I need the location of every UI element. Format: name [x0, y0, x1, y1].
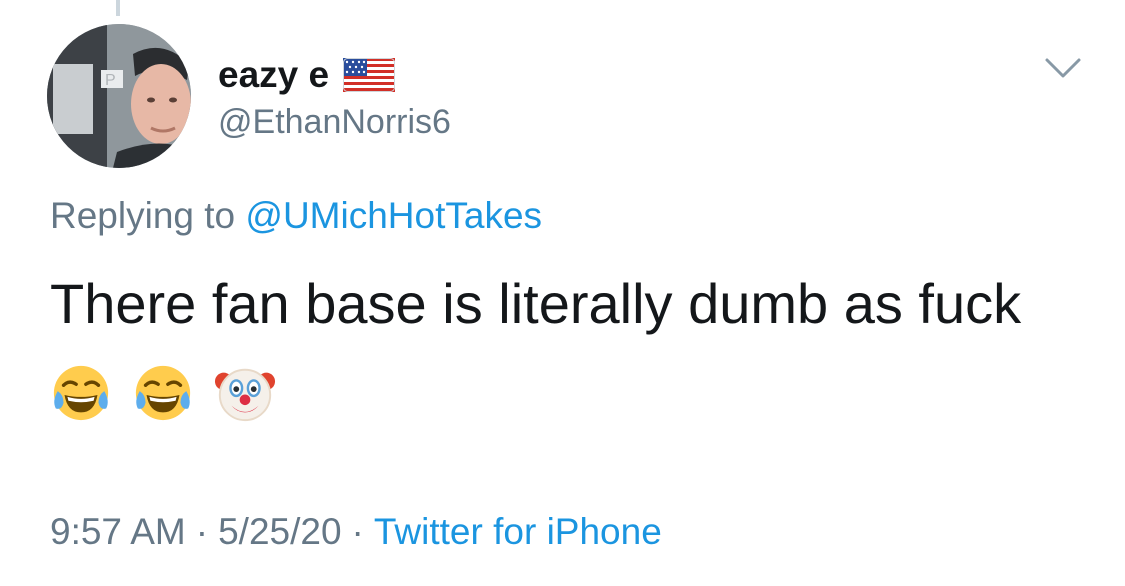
face-with-tears-of-joy-icon	[53, 365, 109, 421]
author-handle[interactable]: @EthanNorris6	[218, 102, 451, 143]
avatar-photo: P	[47, 24, 191, 168]
clown-face-icon	[214, 368, 276, 422]
tweet-time[interactable]: 9:57 AM	[50, 511, 186, 552]
reply-mention-link[interactable]: @UMichHotTakes	[245, 195, 542, 236]
tweet-text: There fan base is literally dumb as fuck	[50, 272, 1022, 335]
thread-connector-line	[116, 0, 120, 16]
replying-to-line: Replying to @UMichHotTakes	[50, 194, 542, 238]
tweet-meta: 9:57 AM · 5/25/20 · Twitter for iPhone	[50, 510, 662, 554]
emoji-row	[50, 362, 276, 424]
display-name[interactable]: eazy e	[218, 56, 329, 93]
tweet-date[interactable]: 5/25/20	[218, 511, 341, 552]
author-name-row[interactable]: eazy e	[218, 50, 396, 98]
chevron-down-icon[interactable]	[1044, 56, 1082, 82]
svg-text:P: P	[105, 72, 116, 89]
us-flag-icon	[343, 58, 396, 92]
meta-separator: ·	[195, 511, 209, 552]
tweet-source-link[interactable]: Twitter for iPhone	[374, 511, 662, 552]
meta-separator: ·	[351, 511, 364, 552]
avatar[interactable]: P	[47, 24, 191, 168]
replying-to-label: Replying to	[50, 195, 236, 236]
face-with-tears-of-joy-icon	[135, 365, 191, 421]
